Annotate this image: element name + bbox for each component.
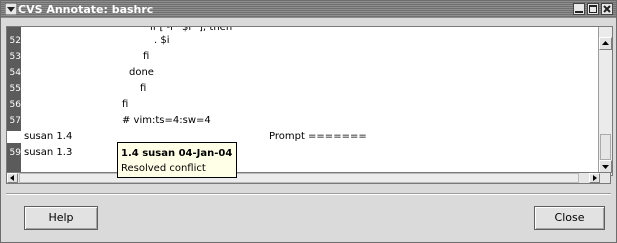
line-code: done xyxy=(129,67,154,78)
annotate-line: 57 # vim:ts=4:sw=4 xyxy=(7,115,597,127)
annotate-line: 56 fi xyxy=(7,99,597,111)
scroll-left-button[interactable] xyxy=(7,173,18,183)
annotate-line: 58 susan 1.4 Prompt ======= xyxy=(7,131,597,143)
line-code: if [ -r "$i" ]; then xyxy=(150,26,233,33)
arrow-down-icon xyxy=(602,165,609,169)
tooltip-revision-info: 1.4 susan 04-Jan-04 xyxy=(121,148,233,159)
annotate-line: if [ -r "$i" ]; then xyxy=(7,26,597,34)
annotate-line: 59 susan 1.3 xyxy=(7,147,597,159)
line-code: fi xyxy=(140,83,147,94)
line-number: 55 xyxy=(9,84,21,94)
annotate-line: 52 . $i xyxy=(7,35,597,47)
line-code: . $i xyxy=(154,35,170,46)
annotate-line: 55 fi xyxy=(7,83,597,95)
line-number: 54 xyxy=(9,68,21,78)
arrow-left-icon xyxy=(10,175,14,181)
minimize-icon[interactable] xyxy=(573,3,585,15)
chevron-down-icon[interactable] xyxy=(5,3,17,15)
horizontal-scroll-thumb[interactable] xyxy=(19,173,579,183)
line-code: fi xyxy=(143,51,150,62)
help-button[interactable]: Help xyxy=(24,206,98,230)
title-bar[interactable]: CVS Annotate: bashrc xyxy=(1,1,616,18)
vertical-scrollbar[interactable] xyxy=(598,27,612,175)
revision-tooltip: 1.4 susan 04-Jan-04 Resolved conflict xyxy=(117,142,237,178)
line-number: 59 xyxy=(9,148,21,158)
vertical-scroll-thumb[interactable] xyxy=(600,134,611,160)
arrow-up-icon xyxy=(602,41,609,45)
line-number: 57 xyxy=(9,116,21,126)
annotate-line: 53 fi xyxy=(7,51,597,63)
close-icon[interactable] xyxy=(601,3,613,15)
separator xyxy=(6,193,611,195)
scroll-right-button[interactable] xyxy=(589,173,600,183)
line-number: 52 xyxy=(9,36,21,46)
horizontal-scrollbar[interactable] xyxy=(6,172,611,184)
arrow-right-icon xyxy=(593,175,597,181)
annotate-text-view[interactable]: if [ -r "$i" ]; then 52 . $i 53 fi 54 do… xyxy=(6,26,613,176)
cvs-annotate-window: CVS Annotate: bashrc if [ -r "$i" ]; the… xyxy=(0,0,617,243)
line-author-revision: susan 1.4 xyxy=(24,131,73,142)
line-code: # vim:ts=4:sw=4 xyxy=(122,115,211,126)
maximize-icon[interactable] xyxy=(587,3,599,15)
line-code: Prompt ======= xyxy=(269,131,367,142)
line-number: 58 xyxy=(9,132,21,142)
tooltip-log-message: Resolved conflict xyxy=(121,163,206,174)
annotate-line: 54 done xyxy=(7,67,597,79)
line-number: 53 xyxy=(9,52,21,62)
close-button[interactable]: Close xyxy=(534,206,605,230)
line-code: fi xyxy=(122,99,129,110)
window-title: CVS Annotate: bashrc xyxy=(18,3,154,16)
scroll-up-button[interactable] xyxy=(599,37,612,50)
line-author-revision: susan 1.3 xyxy=(24,147,73,158)
line-number: 56 xyxy=(9,100,21,110)
